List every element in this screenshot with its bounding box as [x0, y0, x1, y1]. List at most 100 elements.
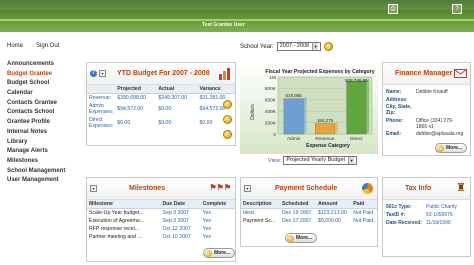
sidebar-item-internal-notes[interactable]: Internal Notes — [7, 128, 77, 138]
milestones-icon: ⚑⚑⚑ — [209, 183, 231, 192]
home-link[interactable]: Home — [7, 43, 23, 49]
sidebar-item-contacts-school[interactable]: Contacts School — [7, 108, 77, 118]
direct-go-button[interactable]: › — [223, 130, 232, 139]
chart-plot-area: 0 200K 400K 600K 800K 1M 619,955 Admin 184,275 Re… — [265, 75, 373, 142]
payment-amount: $5,000.00 — [317, 218, 342, 224]
chart-bar-side — [334, 121, 338, 134]
manager-value: Debbie Knauff — [416, 89, 448, 95]
tax-value: 11/19/1990 — [426, 220, 451, 226]
sidebar-item-manage-alerts[interactable]: Manage Alerts — [7, 147, 77, 157]
chart-xtick-label: Admin — [287, 136, 301, 142]
admin-go-button[interactable]: › — [223, 115, 232, 124]
budget-row-name[interactable]: Direct Expenses: — [87, 116, 115, 130]
sidebar-item-grantee-profile[interactable]: Grantee Profile — [7, 118, 77, 128]
chart-ytick-label: 400K — [265, 109, 277, 115]
budget-row-name[interactable]: Revenue: — [87, 94, 115, 103]
table-row[interactable]: RFP response recei... Oct 12 2007 Yes — [87, 225, 235, 233]
help-icon[interactable]: ? — [90, 70, 97, 77]
chart-view-value: Projected Yearly Budget — [286, 157, 346, 163]
table-row[interactable]: Execution of Agreeme... Sep 3 2007 Yes — [87, 217, 235, 225]
tax-key: TaxID #: — [386, 212, 406, 218]
payments-col-description: Description — [241, 200, 281, 209]
milestones-col-milestone: Milestone — [87, 200, 161, 209]
user-label: Test Grantee User — [202, 22, 245, 28]
bar-chart-icon — [219, 68, 230, 80]
finance-manager-panel: Finance Manager Name: Debbie Knauff Addre… — [382, 62, 471, 156]
signout-link[interactable]: Sign Out — [36, 43, 59, 49]
revenue-go-button[interactable]: › — [223, 100, 232, 109]
budget-title: YTD Budget For 2007 - 2008 — [117, 70, 210, 77]
table-row[interactable]: blest Dec 19 2007 $123,213.00 Not Paid — [241, 209, 377, 218]
expand-icon[interactable]: ▾ — [99, 70, 106, 77]
chart-bar-side — [366, 79, 370, 134]
milestones-table: Milestone Due Date Complete Scale-Up Yea… — [87, 200, 235, 241]
chart-view-control: View: Projected Yearly Budget ▼ — [268, 156, 358, 165]
expense-chart: Fiscal Year Projected Expenses by Catego… — [240, 62, 378, 154]
chart-title: Fiscal Year Projected Expenses by Catego… — [265, 69, 374, 75]
header-bar: Test Grantee User ⎙ ? — [0, 0, 474, 32]
table-row[interactable]: Partner meeting and ... Oct 10 2007 Yes — [87, 233, 235, 241]
tax-row: Date Received: 11/19/1990 — [386, 220, 467, 226]
budget-table: Projected Actual Variance Revenue: $280,… — [87, 85, 235, 130]
chart-view-select[interactable]: Projected Yearly Budget ▼ — [283, 156, 358, 165]
payment-paid: Not Paid — [353, 218, 374, 224]
expand-icon[interactable]: ▾ — [90, 185, 97, 192]
table-row[interactable]: Scale-Up Year budget... Sep 3 2007 Yes — [87, 209, 235, 218]
milestone-complete: Yes — [202, 218, 212, 224]
tax-key: 501c Type: — [386, 204, 412, 210]
milestones-panel: ▾ Milestones ⚑⚑⚑ Milestone Due Date Comp… — [86, 177, 236, 262]
budget-row-actual: $0.00 — [158, 106, 172, 112]
manager-row: Name: Debbie Knauff — [386, 89, 467, 95]
school-year-select[interactable]: 2007 - 2008 ▼ — [276, 42, 322, 51]
manager-row: Address: — [386, 97, 467, 103]
payments-more-label: More... — [296, 235, 313, 241]
chevron-down-icon: ▼ — [348, 157, 355, 164]
chart-data-label: 928,749.86 — [345, 78, 368, 83]
payments-title: Payment Schedule — [275, 185, 338, 192]
payments-more-button[interactable]: › More... — [285, 233, 318, 243]
sidebar-item-budget-school[interactable]: Budget School — [7, 79, 77, 89]
sidebar-item-calendar[interactable]: Calendar — [7, 89, 77, 99]
chart-ytick-label: 800K — [265, 86, 277, 92]
sidebar-item-user-management[interactable]: User Management — [7, 176, 77, 186]
sidebar-item-budget-grantee[interactable]: Budget Grantee — [7, 70, 77, 80]
sidebar-item-library[interactable]: Library — [7, 138, 77, 148]
chart-ytick-label: 0 — [273, 132, 276, 138]
tax-row: 501c Type: Public Charity — [386, 204, 467, 210]
payment-paid: Not Paid — [353, 210, 374, 216]
school-year-go-button[interactable]: › — [324, 42, 334, 51]
sidebar-item-announcements[interactable]: Announcements — [7, 60, 77, 70]
manager-panel-header: Finance Manager — [383, 63, 470, 85]
sidebar-item-school-management[interactable]: School Management — [7, 167, 77, 177]
sidebar-item-contacts-grantee[interactable]: Contacts Grantee — [7, 99, 77, 109]
milestones-more-button[interactable]: › More... — [203, 248, 236, 258]
milestones-more-label: More... — [214, 250, 231, 256]
chart-view-label: View: — [268, 157, 282, 164]
manager-value: debbie@aplusala.org — [416, 131, 464, 137]
budget-col-actual: Actual — [156, 85, 198, 94]
milestone-complete: Yes — [202, 226, 212, 232]
tax-info-panel: Tax Info ♜ 501c Type: Public Charity TaxI… — [382, 177, 471, 257]
expand-icon[interactable]: ▾ — [244, 185, 251, 192]
manager-more-button[interactable]: › More... — [435, 143, 468, 153]
milestone-complete: Yes — [202, 210, 212, 216]
manager-more-label: More... — [446, 145, 463, 151]
budget-row-projected: $0.00 — [117, 120, 131, 126]
budget-row-actual: $249,307.00 — [158, 95, 188, 101]
help-icon[interactable]: ? — [452, 4, 462, 14]
print-icon[interactable]: ⎙ — [388, 4, 398, 14]
chevron-down-icon: ▼ — [312, 43, 319, 50]
payment-description: Payment Sc... — [243, 218, 276, 224]
budget-row-name[interactable]: Admin Expenses: — [87, 102, 115, 116]
tax-fields: 501c Type: Public Charity TaxID #: 63-1050… — [383, 200, 470, 232]
manager-row: City, State, Zip: — [386, 104, 467, 116]
table-row: Admin Expenses: $94,572.00 $0.00 $94,572… — [87, 102, 235, 116]
milestone-due: Oct 10 2007 — [162, 234, 191, 240]
chart-ytick-label: 1M — [269, 75, 276, 81]
payment-scheduled: Dec 17 2007 — [282, 218, 312, 224]
budget-row-actual: $0.00 — [158, 120, 172, 126]
payment-description: blest — [243, 210, 254, 216]
table-row[interactable]: Payment Sc... Dec 17 2007 $5,000.00 Not … — [241, 217, 377, 225]
sidebar-item-milestones[interactable]: Milestones — [7, 157, 77, 167]
payments-table: Description Scheduled Amount Paid blest … — [241, 200, 377, 225]
